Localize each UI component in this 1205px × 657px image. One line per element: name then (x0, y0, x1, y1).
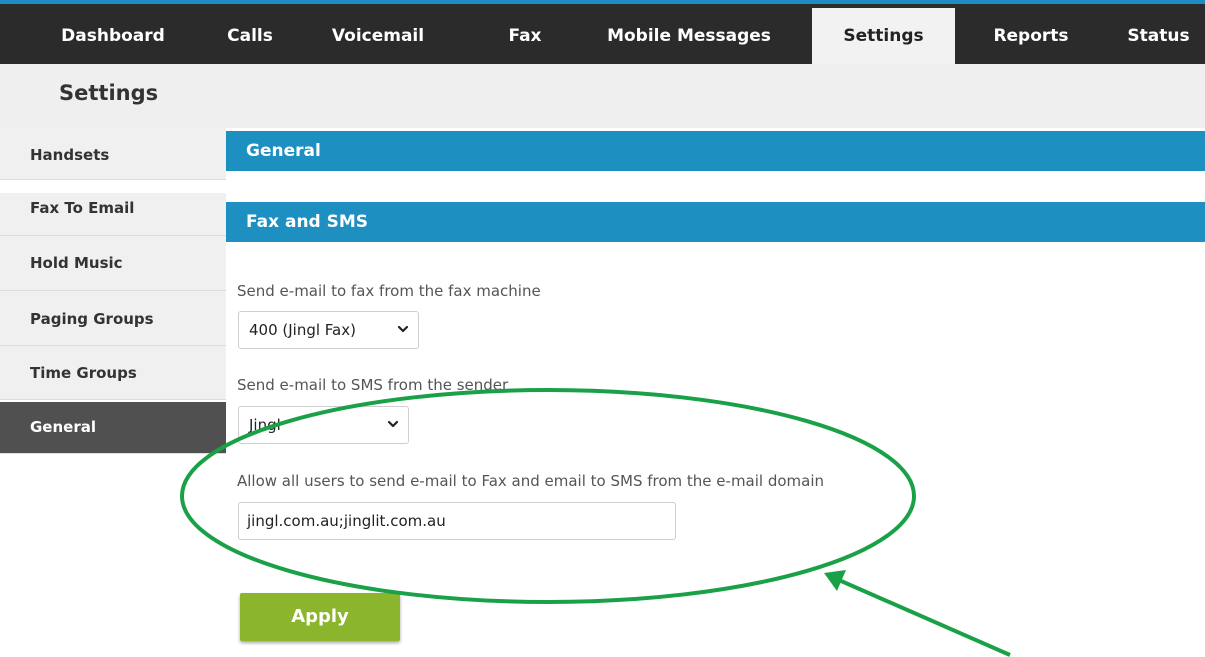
tab-mobile-messages[interactable]: Mobile Messages (596, 8, 782, 64)
fax-sms-section-header[interactable]: Fax and SMS (226, 202, 1205, 242)
settings-sidebar: Handsets Fax To Email Hold Music Paging … (0, 128, 226, 657)
sidebar-item-fax-to-email[interactable]: Fax To Email (0, 193, 226, 236)
tab-fax[interactable]: Fax (494, 8, 556, 64)
email-domain-input[interactable]: jingl.com.au;jinglit.com.au (238, 502, 676, 540)
sms-sender-label: Send e-mail to SMS from the sender (237, 376, 509, 394)
general-section-header[interactable]: General (226, 131, 1205, 171)
sidebar-item-label: Hold Music (30, 254, 123, 272)
page-header: Settings (0, 64, 1205, 128)
sidebar-item-paging-groups[interactable]: Paging Groups (0, 291, 226, 346)
sidebar-item-label: General (30, 418, 96, 436)
sidebar-item-label: Fax To Email (30, 199, 135, 217)
tab-voicemail[interactable]: Voicemail (313, 8, 443, 64)
sidebar-item-label: Paging Groups (30, 310, 154, 328)
tab-status[interactable]: Status (1112, 8, 1205, 64)
tab-settings[interactable]: Settings (812, 8, 955, 64)
sidebar-item-handsets[interactable]: Handsets (0, 128, 226, 180)
settings-content: General Fax and SMS Send e-mail to fax f… (226, 128, 1205, 657)
tab-reports[interactable]: Reports (966, 8, 1096, 64)
email-domain-label: Allow all users to send e-mail to Fax an… (237, 472, 825, 490)
tab-calls[interactable]: Calls (216, 8, 284, 64)
sms-sender-select-value: Jingl (249, 416, 281, 434)
fax-machine-select-value: 400 (Jingl Fax) (249, 321, 356, 339)
tab-dashboard[interactable]: Dashboard (40, 8, 186, 64)
fax-machine-label: Send e-mail to fax from the fax machine (237, 282, 541, 300)
sidebar-item-label: Time Groups (30, 364, 137, 382)
top-navigation: Dashboard Calls Voicemail Fax Mobile Mes… (0, 0, 1205, 64)
sidebar-item-hold-music[interactable]: Hold Music (0, 236, 226, 291)
apply-button[interactable]: Apply (240, 593, 400, 641)
page-title: Settings (59, 81, 159, 105)
chevron-down-icon (387, 407, 399, 458)
sidebar-item-label: Handsets (30, 146, 110, 164)
sidebar-item-general[interactable]: General (0, 402, 226, 454)
sms-sender-select[interactable]: Jingl (238, 406, 409, 444)
fax-machine-select[interactable]: 400 (Jingl Fax) (238, 311, 419, 349)
chevron-down-icon (397, 312, 409, 363)
sidebar-item-time-groups[interactable]: Time Groups (0, 346, 226, 400)
